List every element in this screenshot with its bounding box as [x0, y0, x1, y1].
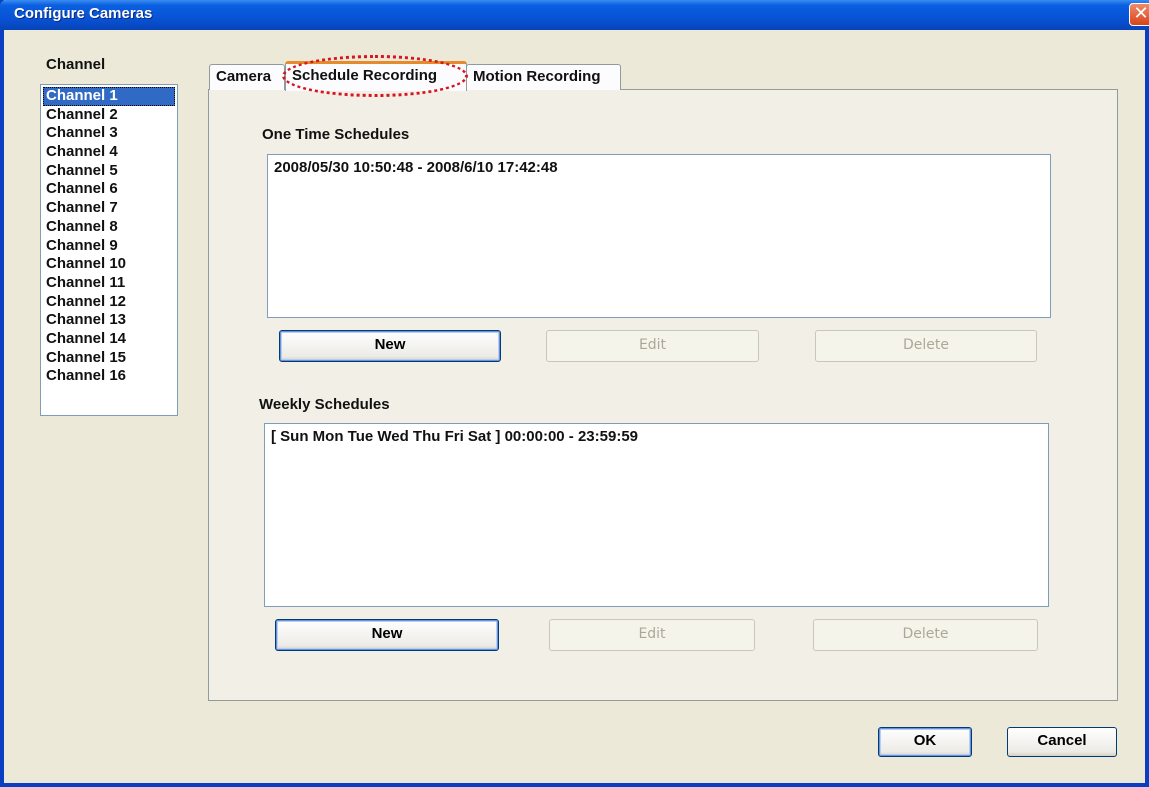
title-bar[interactable]: Configure Cameras ✕: [0, 0, 1149, 30]
configure-cameras-window: Configure Cameras ✕ Channel Channel 1 Ch…: [0, 0, 1149, 787]
channel-item[interactable]: Channel 6: [43, 180, 175, 199]
schedule-recording-panel: One Time Schedules 2008/05/30 10:50:48 -…: [208, 89, 1118, 701]
one-time-edit-button[interactable]: Edit: [546, 330, 759, 362]
window-title: Configure Cameras: [14, 5, 153, 22]
one-time-schedules-list[interactable]: 2008/05/30 10:50:48 - 2008/6/10 17:42:48: [267, 154, 1051, 318]
tab-camera[interactable]: Camera: [209, 64, 285, 90]
channel-item[interactable]: Channel 5: [43, 162, 175, 181]
channel-item[interactable]: Channel 3: [43, 124, 175, 143]
channel-item[interactable]: Channel 12: [43, 293, 175, 312]
channel-item[interactable]: Channel 7: [43, 199, 175, 218]
channel-item[interactable]: Channel 14: [43, 330, 175, 349]
channel-item[interactable]: Channel 13: [43, 311, 175, 330]
close-icon[interactable]: ✕: [1129, 3, 1149, 26]
weekly-schedules-label: Weekly Schedules: [259, 396, 390, 413]
channel-list[interactable]: Channel 1 Channel 2 Channel 3 Channel 4 …: [40, 84, 178, 416]
channel-item[interactable]: Channel 9: [43, 237, 175, 256]
tab-motion-recording[interactable]: Motion Recording: [466, 64, 621, 90]
channel-item[interactable]: Channel 8: [43, 218, 175, 237]
channel-item[interactable]: Channel 2: [43, 106, 175, 125]
one-time-new-button[interactable]: New: [279, 330, 501, 362]
list-item[interactable]: 2008/05/30 10:50:48 - 2008/6/10 17:42:48: [274, 159, 1044, 176]
tab-schedule-recording[interactable]: Schedule Recording: [285, 61, 467, 91]
one-time-delete-button[interactable]: Delete: [815, 330, 1037, 362]
channel-item[interactable]: Channel 4: [43, 143, 175, 162]
channel-item[interactable]: Channel 15: [43, 349, 175, 368]
weekly-edit-button[interactable]: Edit: [549, 619, 755, 651]
weekly-new-button[interactable]: New: [275, 619, 499, 651]
channel-item[interactable]: Channel 16: [43, 367, 175, 386]
ok-button[interactable]: OK: [878, 727, 972, 757]
cancel-button[interactable]: Cancel: [1007, 727, 1117, 757]
channel-item[interactable]: Channel 1: [43, 87, 175, 106]
list-item[interactable]: [ Sun Mon Tue Wed Thu Fri Sat ] 00:00:00…: [271, 428, 1042, 445]
channel-item[interactable]: Channel 10: [43, 255, 175, 274]
channel-item[interactable]: Channel 11: [43, 274, 175, 293]
weekly-schedules-list[interactable]: [ Sun Mon Tue Wed Thu Fri Sat ] 00:00:00…: [264, 423, 1049, 607]
weekly-delete-button[interactable]: Delete: [813, 619, 1038, 651]
one-time-schedules-label: One Time Schedules: [262, 126, 410, 143]
channel-label: Channel: [46, 56, 106, 73]
